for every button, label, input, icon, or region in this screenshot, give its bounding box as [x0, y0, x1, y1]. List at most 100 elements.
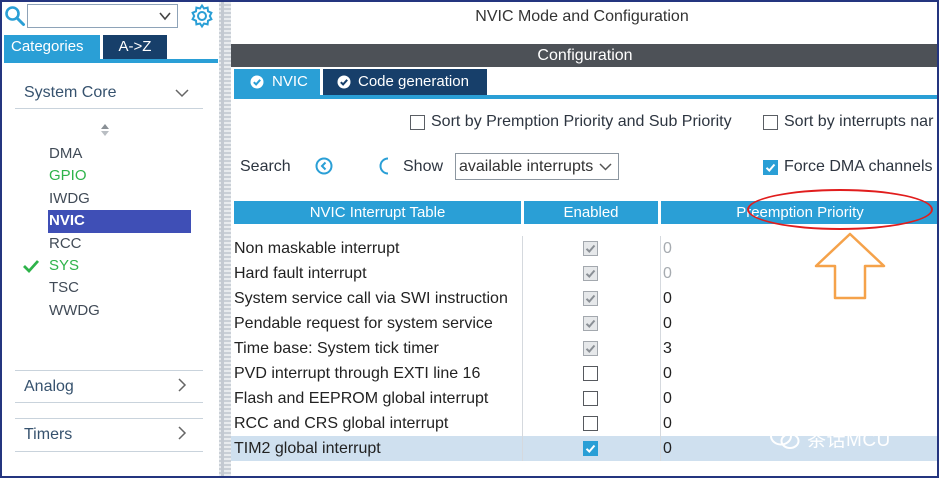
preemption-priority-value[interactable]: 0: [663, 286, 672, 311]
column-divider: [660, 261, 661, 286]
enabled-checkbox[interactable]: [583, 366, 598, 381]
section-divider: [15, 402, 203, 403]
column-divider: [522, 336, 523, 361]
column-header-preemption-priority[interactable]: Preemption Priority: [661, 201, 939, 224]
enabled-checkbox: [583, 341, 598, 356]
search-prev-button[interactable]: [315, 157, 333, 175]
splitter-edge: [221, 0, 224, 478]
enabled-checkbox: [583, 266, 598, 281]
preemption-priority-value[interactable]: 0: [663, 386, 672, 411]
column-header-interrupt-table[interactable]: NVIC Interrupt Table: [234, 201, 521, 224]
chevron-down-icon[interactable]: [174, 85, 190, 101]
enabled-checkbox[interactable]: [583, 391, 598, 406]
sort-preemption-checkbox[interactable]: [410, 115, 425, 130]
search-label: Search: [240, 158, 291, 175]
enabled-checkbox[interactable]: [583, 441, 598, 456]
arrow-up-icon: [814, 232, 886, 300]
section-timers[interactable]: Timers: [24, 426, 72, 444]
column-divider: [522, 411, 523, 436]
sidebar-item-gpio[interactable]: GPIO: [49, 165, 194, 187]
force-dma-checkbox[interactable]: [763, 160, 778, 175]
check-icon: [23, 260, 40, 273]
column-divider: [660, 361, 661, 386]
configuration-bar: Configuration: [231, 44, 939, 67]
section-analog[interactable]: Analog: [24, 378, 74, 396]
column-divider: [660, 386, 661, 411]
column-divider: [522, 386, 523, 411]
table-row[interactable]: Pendable request for system service 0: [231, 311, 939, 336]
interrupt-name: Time base: System tick timer: [234, 340, 439, 357]
config-tabs: NVIC Code generation: [234, 69, 487, 95]
preemption-priority-value[interactable]: 0: [663, 361, 672, 386]
tab-underline: [234, 95, 939, 99]
check-icon: [585, 294, 596, 303]
sidebar-item-rcc[interactable]: RCC: [49, 233, 194, 255]
preemption-priority-value[interactable]: 0: [663, 311, 672, 336]
interrupt-name: TIM2 global interrupt: [234, 440, 381, 457]
column-divider: [522, 361, 523, 386]
sidebar-item-wwdg[interactable]: WWDG: [49, 300, 194, 322]
tab-categories[interactable]: Categories: [4, 35, 100, 59]
column-header-enabled[interactable]: Enabled: [524, 201, 658, 224]
table-row[interactable]: Flash and EEPROM global interrupt 0: [231, 386, 939, 411]
column-divider: [660, 311, 661, 336]
category-search-input[interactable]: [27, 4, 178, 28]
search-icon[interactable]: [4, 5, 26, 27]
preemption-priority-value[interactable]: 0: [663, 261, 672, 286]
gear-icon[interactable]: [189, 3, 215, 29]
tab-nvic[interactable]: NVIC: [234, 69, 320, 95]
section-divider: [15, 370, 203, 371]
column-divider: [660, 286, 661, 311]
tab-a-z[interactable]: A->Z: [103, 35, 167, 59]
column-divider: [522, 311, 523, 336]
column-divider: [660, 411, 661, 436]
table-row[interactable]: Time base: System tick timer 3: [231, 336, 939, 361]
column-divider: [522, 286, 523, 311]
check-icon: [585, 444, 596, 453]
column-divider: [660, 236, 661, 261]
sidebar-item-tsc[interactable]: TSC: [49, 277, 194, 299]
wechat-icon: [770, 426, 800, 449]
preemption-priority-value[interactable]: 0: [663, 411, 672, 436]
sidebar-item-nvic[interactable]: NVIC: [48, 210, 191, 233]
check-circle-icon: [337, 75, 351, 89]
table-row[interactable]: PVD interrupt through EXTI line 16 0: [231, 361, 939, 386]
column-divider: [522, 436, 523, 461]
section-system-core[interactable]: System Core: [24, 84, 116, 102]
column-divider: [522, 236, 523, 261]
categories-panel: Categories A->Z System Core DMA GPIO IWD…: [0, 0, 219, 478]
chevron-right-icon[interactable]: [174, 425, 190, 441]
check-icon: [585, 269, 596, 278]
show-filter-select[interactable]: available interrupts: [455, 153, 619, 180]
interrupt-name: Non maskable interrupt: [234, 240, 400, 257]
interrupt-name: System service call via SWI instruction: [234, 290, 508, 307]
page-title: NVIC Mode and Configuration: [231, 0, 939, 36]
preemption-priority-value[interactable]: 0: [663, 236, 672, 261]
search-next-button[interactable]: [379, 157, 389, 175]
preemption-priority-value[interactable]: 3: [663, 336, 672, 361]
sort-interrupts-checkbox[interactable]: [763, 115, 778, 130]
watermark-text: 茶话MCU: [807, 429, 891, 451]
tab-code-generation[interactable]: Code generation: [323, 69, 487, 95]
category-tabs: Categories A->Z: [4, 35, 167, 59]
watermark: 茶话MCU: [769, 424, 891, 452]
column-divider: [660, 336, 661, 361]
interrupt-name: Hard fault interrupt: [234, 265, 367, 282]
enabled-checkbox[interactable]: [583, 416, 598, 431]
enabled-checkbox: [583, 241, 598, 256]
preemption-priority-value[interactable]: 0: [663, 436, 672, 461]
chevron-down-icon[interactable]: [157, 8, 173, 24]
tab-underline: [4, 59, 218, 63]
sort-icon[interactable]: [99, 122, 111, 138]
chevron-down-icon: [599, 163, 612, 171]
show-label: Show: [403, 158, 444, 175]
column-divider: [522, 261, 523, 286]
sidebar-item-iwdg[interactable]: IWDG: [49, 188, 194, 210]
show-filter-value: available interrupts: [459, 158, 594, 175]
sidebar-item-dma[interactable]: DMA: [49, 143, 194, 165]
section-divider: [15, 451, 203, 452]
chevron-right-icon[interactable]: [174, 377, 190, 393]
section-divider: [15, 418, 203, 419]
sidebar-item-sys[interactable]: SYS: [23, 255, 194, 277]
sort-interrupts-label: Sort by interrupts nar: [784, 113, 934, 130]
